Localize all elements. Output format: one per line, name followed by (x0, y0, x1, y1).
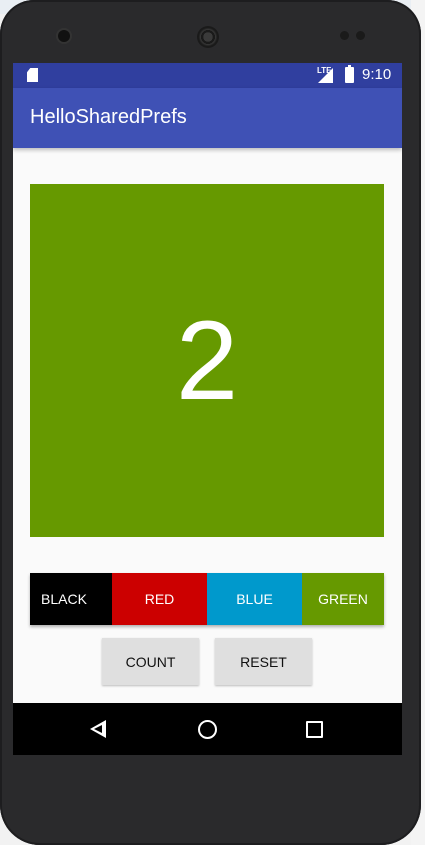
sd-card-icon (27, 68, 38, 82)
app-title: HelloSharedPrefs (30, 106, 187, 128)
sensor-icon (340, 31, 349, 40)
count-display: 2 (30, 184, 384, 537)
color-button-row: BLACK RED BLUE GREEN (30, 573, 384, 625)
status-bar: LTE 9:10 (13, 63, 402, 88)
device-screen: LTE 9:10 HelloSharedPrefs 2 BLACK RED BL… (13, 63, 402, 755)
count-value: 2 (175, 297, 239, 423)
home-icon[interactable] (198, 720, 217, 739)
battery-icon (345, 65, 354, 83)
recents-icon[interactable] (306, 721, 323, 738)
reset-button[interactable]: RESET (215, 638, 312, 685)
status-time: 9:10 (362, 66, 392, 83)
red-button[interactable]: RED (112, 573, 207, 625)
navigation-bar (13, 703, 402, 755)
back-icon-inner (94, 725, 102, 733)
sensor-icon (356, 31, 365, 40)
black-button[interactable]: BLACK (30, 573, 112, 625)
count-button[interactable]: COUNT (102, 638, 199, 685)
green-button[interactable]: GREEN (302, 573, 384, 625)
front-camera-icon (58, 30, 70, 42)
phone-frame: LTE 9:10 HelloSharedPrefs 2 BLACK RED BL… (0, 0, 421, 845)
speaker-grille-icon (197, 26, 219, 48)
app-bar: HelloSharedPrefs (13, 88, 402, 148)
blue-button[interactable]: BLUE (207, 573, 302, 625)
